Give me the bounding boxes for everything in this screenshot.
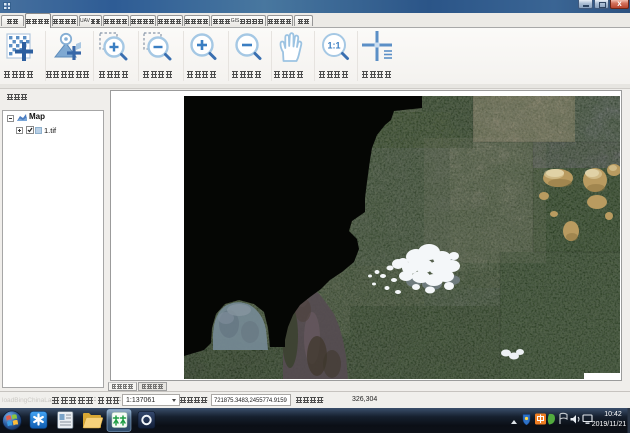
- svg-text:1:1: 1:1: [327, 41, 340, 51]
